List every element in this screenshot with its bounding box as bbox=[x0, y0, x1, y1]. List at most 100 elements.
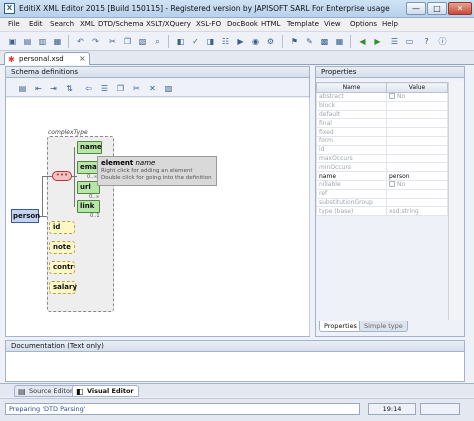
property-value[interactable] bbox=[386, 118, 448, 129]
open-file-icon[interactable]: ▤ bbox=[21, 35, 34, 48]
find-icon[interactable]: ⌕ bbox=[151, 35, 164, 48]
back-icon[interactable]: ⇦ bbox=[82, 82, 95, 95]
menu-dtd-schema[interactable]: DTD/Schema bbox=[98, 20, 144, 28]
property-row[interactable]: type (base) xsd:string bbox=[316, 206, 448, 217]
menu-xslt-xquery[interactable]: XSLT/XQuery bbox=[146, 20, 191, 28]
property-row[interactable]: minOccurs bbox=[316, 162, 448, 173]
tab-source-editor[interactable]: ▤ Source Editor bbox=[14, 385, 78, 397]
delete-icon[interactable]: ✕ bbox=[146, 82, 159, 95]
menu-help[interactable]: Help bbox=[382, 20, 398, 28]
tab-close-icon[interactable]: × bbox=[79, 54, 86, 63]
expand-icon[interactable]: ⇥ bbox=[47, 82, 60, 95]
tree-icon[interactable]: ☷ bbox=[219, 35, 232, 48]
root-element-person[interactable]: person bbox=[11, 209, 40, 223]
property-row[interactable]: maxOccurs bbox=[316, 153, 448, 164]
attribute-salary[interactable]: salary bbox=[49, 281, 77, 294]
property-row[interactable]: fixed bbox=[316, 127, 448, 137]
attribute-note[interactable]: note bbox=[49, 241, 75, 254]
transform-icon[interactable]: ▶ bbox=[234, 35, 247, 48]
bookmark-icon[interactable]: ⚑ bbox=[288, 35, 301, 48]
new-file-icon[interactable]: ▣ bbox=[6, 35, 19, 48]
property-value[interactable] bbox=[386, 188, 448, 199]
property-checkbox[interactable] bbox=[389, 93, 395, 100]
property-value[interactable] bbox=[386, 153, 448, 164]
comment-icon[interactable]: ✎ bbox=[303, 35, 316, 48]
menu-xml[interactable]: XML bbox=[80, 20, 95, 28]
redo-icon[interactable]: ↷ bbox=[89, 35, 102, 48]
tab-personal-xsd[interactable]: ✱ personal.xsd × bbox=[4, 52, 90, 65]
cut-icon[interactable]: ✂ bbox=[130, 82, 143, 95]
tab-simple-type[interactable]: Simple type bbox=[359, 321, 408, 332]
menu-xsl-fo[interactable]: XSL-FO bbox=[196, 20, 221, 28]
close-button[interactable]: ✕ bbox=[448, 2, 472, 15]
tab-visual-editor[interactable]: ◧ Visual Editor bbox=[72, 385, 139, 397]
forward-icon[interactable]: ▶ bbox=[371, 35, 384, 48]
column-header-value[interactable]: Value bbox=[386, 82, 448, 93]
menu-docbook[interactable]: DocBook bbox=[227, 20, 258, 28]
close-file-icon[interactable]: ▦ bbox=[51, 35, 64, 48]
back-icon[interactable]: ◀ bbox=[356, 35, 369, 48]
about-icon[interactable]: ⓘ bbox=[436, 35, 449, 48]
menu-search[interactable]: Search bbox=[50, 20, 74, 28]
paste-icon[interactable]: ▧ bbox=[162, 82, 175, 95]
tab-properties[interactable]: Properties bbox=[319, 321, 362, 332]
save-icon[interactable]: ▥ bbox=[36, 35, 49, 48]
menu-template[interactable]: Template bbox=[287, 20, 319, 28]
property-value[interactable]: No bbox=[386, 92, 448, 102]
menu-view[interactable]: View bbox=[324, 20, 341, 28]
table-icon[interactable]: ▩ bbox=[318, 35, 331, 48]
window-icon[interactable]: ▭ bbox=[403, 35, 416, 48]
sort-icon[interactable]: ⇅ bbox=[63, 82, 76, 95]
maximize-button[interactable]: □ bbox=[427, 2, 447, 15]
property-value[interactable] bbox=[386, 162, 448, 173]
cut-icon[interactable]: ✂ bbox=[106, 35, 119, 48]
menu-html[interactable]: HTML bbox=[261, 20, 280, 28]
property-row[interactable]: id bbox=[316, 144, 448, 155]
minimize-button[interactable]: — bbox=[406, 2, 426, 15]
copy-icon[interactable]: ❐ bbox=[114, 82, 127, 95]
help-icon[interactable]: ? bbox=[420, 35, 433, 48]
element-name[interactable]: name bbox=[77, 141, 102, 154]
property-value[interactable] bbox=[386, 144, 448, 155]
property-checkbox[interactable] bbox=[389, 181, 395, 188]
property-row[interactable]: block bbox=[316, 100, 448, 111]
paste-icon[interactable]: ▧ bbox=[136, 35, 149, 48]
property-row[interactable]: default bbox=[316, 109, 448, 120]
preview-icon[interactable]: ◉ bbox=[249, 35, 262, 48]
menu-edit[interactable]: Edit bbox=[29, 20, 43, 28]
property-value[interactable]: No bbox=[386, 179, 448, 190]
property-value[interactable]: xsd:string bbox=[386, 206, 448, 217]
property-value[interactable] bbox=[386, 135, 448, 146]
property-row[interactable]: abstract No bbox=[316, 92, 448, 102]
check-icon[interactable]: ✓ bbox=[189, 35, 202, 48]
validate-icon[interactable]: ◨ bbox=[204, 35, 217, 48]
grid-icon[interactable]: ▦ bbox=[333, 35, 346, 48]
copy-icon[interactable]: ❐ bbox=[121, 35, 134, 48]
attribute-contr[interactable]: contr bbox=[49, 261, 75, 274]
documentation-panel[interactable]: Documentation (Text only) bbox=[5, 340, 465, 382]
property-value[interactable] bbox=[386, 100, 448, 111]
menu-file[interactable]: File bbox=[8, 20, 20, 28]
property-row[interactable]: final bbox=[316, 118, 448, 129]
element-link[interactable]: link bbox=[77, 200, 100, 213]
properties-scrollbar[interactable] bbox=[448, 82, 464, 320]
format-icon[interactable]: ◧ bbox=[174, 35, 187, 48]
list-icon[interactable]: ☰ bbox=[388, 35, 401, 48]
attribute-id[interactable]: id bbox=[49, 221, 75, 234]
settings-icon[interactable]: ⚙ bbox=[264, 35, 277, 48]
property-row[interactable]: substitutionGroup bbox=[316, 197, 448, 208]
property-row[interactable]: ref bbox=[316, 188, 448, 199]
property-row[interactable]: nillable No bbox=[316, 179, 448, 190]
property-value[interactable] bbox=[386, 127, 448, 137]
column-header-name[interactable]: Name bbox=[316, 82, 387, 93]
property-value[interactable] bbox=[386, 197, 448, 208]
property-row[interactable]: form bbox=[316, 135, 448, 146]
view-icon[interactable]: ▤ bbox=[16, 82, 29, 95]
property-row[interactable]: name person bbox=[316, 171, 448, 181]
collapse-icon[interactable]: ⇤ bbox=[32, 82, 45, 95]
undo-icon[interactable]: ↶ bbox=[74, 35, 87, 48]
list-icon[interactable]: ☰ bbox=[98, 82, 111, 95]
sequence-icon[interactable]: ••• bbox=[52, 171, 72, 181]
menu-options[interactable]: Options bbox=[350, 20, 377, 28]
property-value[interactable]: person bbox=[386, 171, 448, 181]
